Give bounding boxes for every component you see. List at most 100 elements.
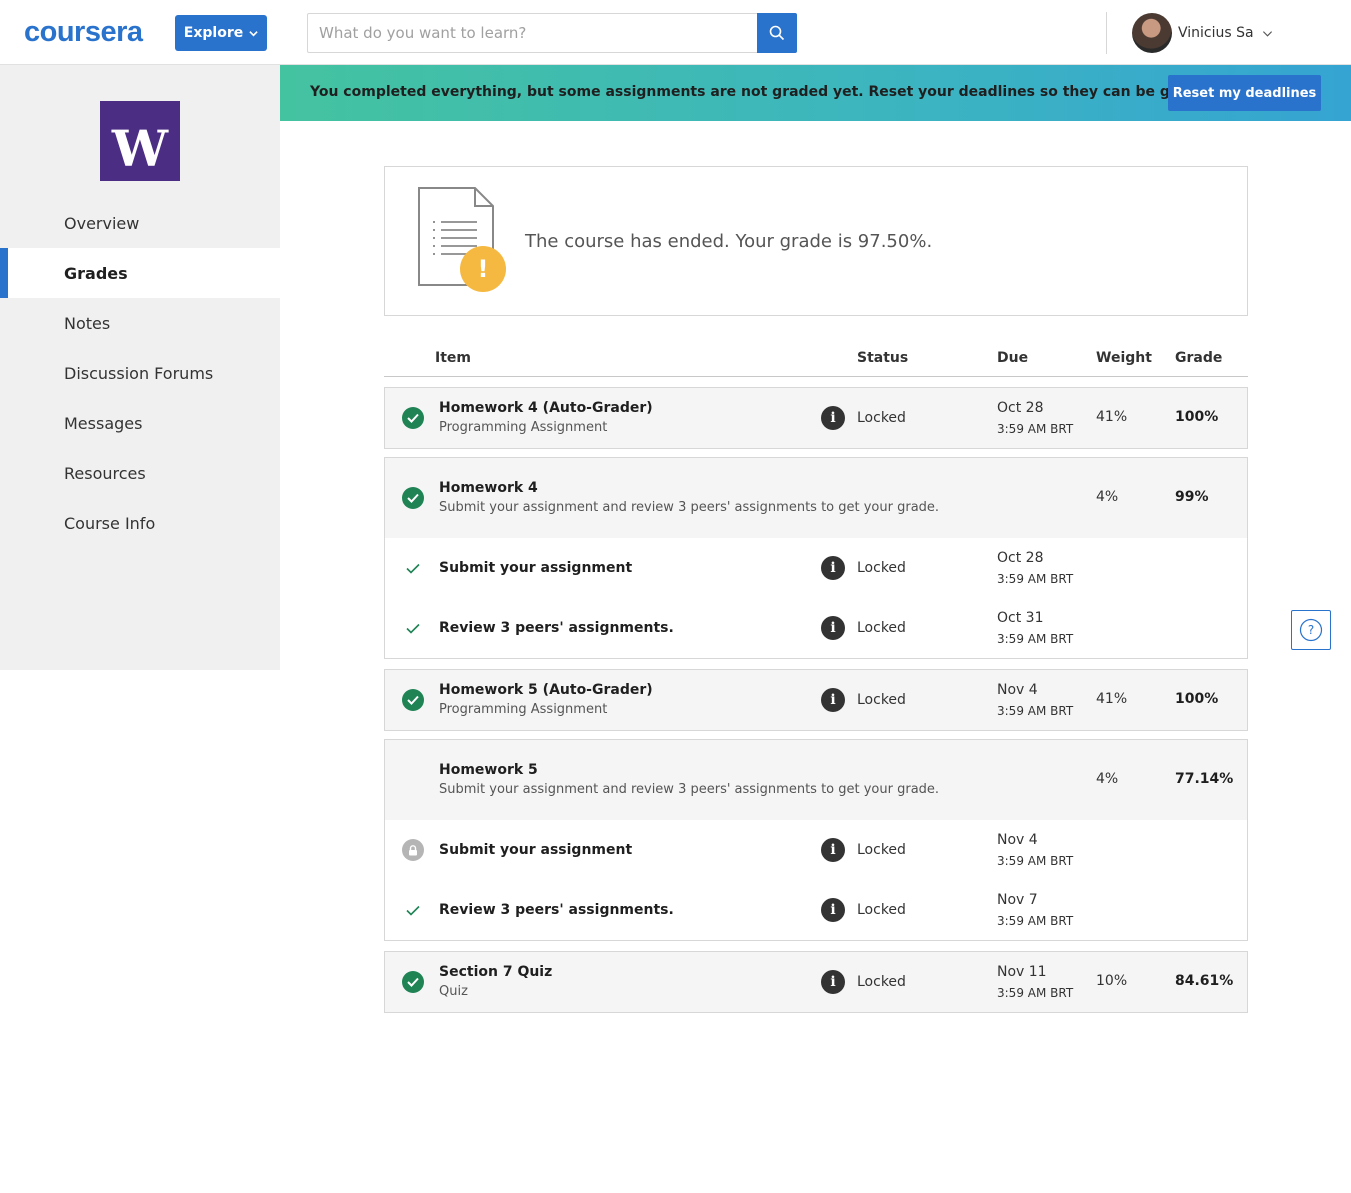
item-title[interactable]: Homework 4 (Auto-Grader) [439,399,653,417]
status-cell[interactable]: i Locked [821,970,906,994]
info-icon[interactable]: i [821,838,845,862]
sidebar-item-messages[interactable]: Messages [0,398,280,448]
table-row[interactable]: Homework 5 Submit your assignment and re… [385,740,1247,820]
search-button[interactable] [757,13,797,53]
due-date: Oct 31 [997,610,1044,626]
completed-icon [401,970,425,994]
status-text: Locked [857,902,906,918]
due-time: 3:59 AM BRT [997,986,1074,1000]
due-date: Nov 4 [997,682,1038,698]
info-icon[interactable]: i [821,556,845,580]
status-cell[interactable]: i Locked [821,688,906,712]
weight-cell: 4% [1096,489,1119,505]
reset-deadlines-button[interactable]: Reset my deadlines [1168,75,1321,111]
table-row[interactable]: Section 7 Quiz Quiz i Locked Nov 11 3:59… [385,952,1247,1012]
status-cell[interactable]: i Locked [821,556,906,580]
explore-button[interactable]: Explore [175,15,267,51]
item-cell: Homework 5 Submit your assignment and re… [439,761,939,799]
table-row[interactable]: Homework 4 (Auto-Grader) Programming Ass… [385,388,1247,448]
column-header-status: Status [857,350,909,366]
item-title[interactable]: Review 3 peers' assignments. [439,901,674,919]
search-input[interactable] [307,13,758,53]
item-description: Submit your assignment and review 3 peer… [439,782,940,797]
item-type: Programming Assignment [439,702,608,717]
item-title[interactable]: Homework 4 [439,479,939,497]
weight-cell: 41% [1096,409,1128,425]
item-cell: Homework 4 (Auto-Grader) Programming Ass… [439,399,653,437]
item-cell: Review 3 peers' assignments. [439,619,674,637]
table-row[interactable]: Homework 5 (Auto-Grader) Programming Ass… [385,670,1247,730]
status-cell[interactable]: i Locked [821,616,906,640]
sidebar-item-course-info[interactable]: Course Info [0,498,280,548]
info-icon[interactable]: i [821,688,845,712]
item-title[interactable]: Section 7 Quiz [439,963,552,981]
due-date: Nov 7 [997,892,1038,908]
item-cell: Submit your assignment [439,559,632,577]
due-date: Oct 28 [997,400,1044,416]
item-title[interactable]: Review 3 peers' assignments. [439,619,674,637]
info-icon[interactable]: i [821,898,845,922]
check-icon [401,616,425,640]
item-cell: Homework 5 (Auto-Grader) Programming Ass… [439,681,653,719]
due-cell: Oct 28 3:59 AM BRT [997,549,1073,587]
university-logo[interactable]: W [100,101,180,181]
table-subrow[interactable]: Submit your assignment i Locked Nov 4 3:… [385,820,1247,880]
due-date: Oct 28 [997,550,1044,566]
weight-cell: 41% [1096,691,1128,707]
due-cell: Nov 7 3:59 AM BRT [997,891,1073,929]
due-time: 3:59 AM BRT [997,422,1074,436]
banner-message: You completed everything, but some assig… [310,84,1223,100]
grade-cell: 99% [1175,489,1209,505]
course-grade-summary: The course has ended. Your grade is 97.5… [525,231,933,252]
info-icon[interactable]: i [821,970,845,994]
column-header-item: Item [435,350,471,366]
status-cell[interactable]: i Locked [821,406,906,430]
sidebar-item-discussion-forums[interactable]: Discussion Forums [0,348,280,398]
svg-text:?: ? [1308,623,1314,637]
status-cell[interactable]: i Locked [821,838,906,862]
column-header-weight: Weight [1096,350,1152,366]
due-date: Nov 11 [997,964,1047,980]
item-title[interactable]: Homework 5 [439,761,939,779]
item-title[interactable]: Submit your assignment [439,841,632,859]
help-button[interactable]: ? [1291,610,1331,650]
status-text: Locked [857,410,906,426]
due-time: 3:59 AM BRT [997,854,1074,868]
status-cell[interactable]: i Locked [821,898,906,922]
check-icon [401,556,425,580]
item-cell: Homework 4 Submit your assignment and re… [439,479,939,517]
check-icon [401,898,425,922]
item-cell: Section 7 Quiz Quiz [439,963,552,1001]
item-title[interactable]: Homework 5 (Auto-Grader) [439,681,653,699]
due-cell: Nov 11 3:59 AM BRT [997,963,1073,1001]
sidebar-item-notes[interactable]: Notes [0,298,280,348]
sidebar-item-grades[interactable]: Grades [0,248,280,298]
due-date: Nov 4 [997,832,1038,848]
course-sidebar: W Overview Grades Notes Discussion Forum… [0,65,280,670]
info-icon[interactable]: i [821,616,845,640]
item-description: Submit your assignment and review 3 peer… [439,500,940,515]
table-subrow[interactable]: Review 3 peers' assignments. i Locked Oc… [385,598,1247,658]
completed-icon [401,688,425,712]
lock-icon [401,838,425,862]
grade-summary-card: ! The course has ended. Your grade is 97… [384,166,1248,316]
info-icon[interactable]: i [821,406,845,430]
sidebar-item-resources[interactable]: Resources [0,448,280,498]
status-text: Locked [857,974,906,990]
completed-icon [401,406,425,430]
due-time: 3:59 AM BRT [997,704,1074,718]
weight-cell: 4% [1096,771,1119,787]
item-title[interactable]: Submit your assignment [439,559,632,577]
table-subrow[interactable]: Review 3 peers' assignments. i Locked No… [385,880,1247,940]
chevron-down-icon [1262,30,1272,37]
user-menu[interactable]: Vinicius Sa [1132,13,1273,53]
sidebar-item-overview[interactable]: Overview [0,198,280,248]
explore-label: Explore [183,25,244,41]
chevron-down-icon [249,30,258,36]
table-row[interactable]: Homework 4 Submit your assignment and re… [385,458,1247,538]
status-text: Locked [857,692,906,708]
table-subrow[interactable]: Submit your assignment i Locked Oct 28 3… [385,538,1247,598]
coursera-logo[interactable]: coursera [24,18,143,47]
avatar [1132,13,1172,53]
due-cell: Nov 4 3:59 AM BRT [997,681,1073,719]
